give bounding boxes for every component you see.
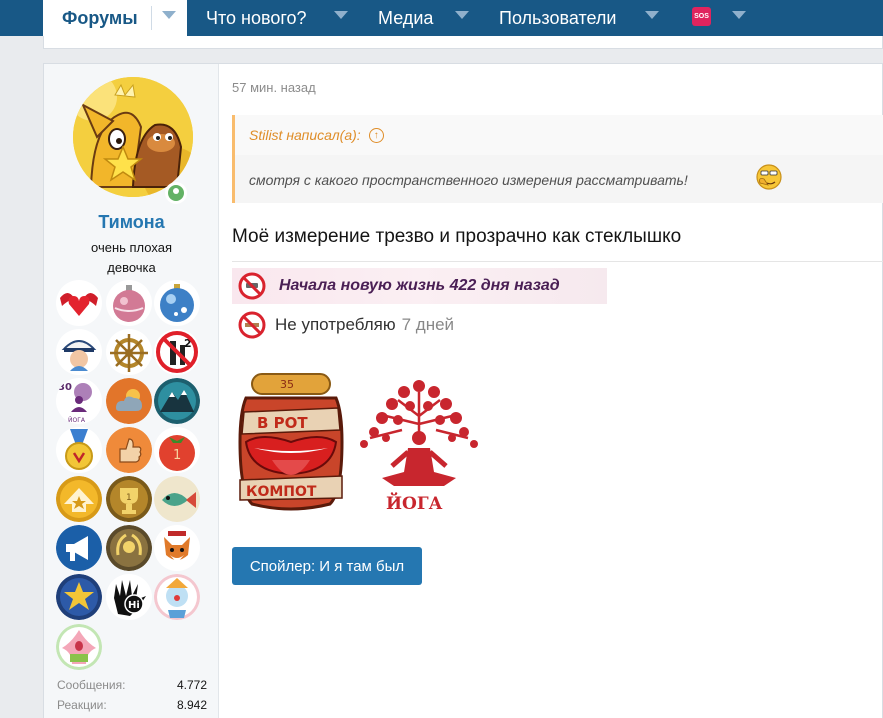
- sober-counter-label: Не употребляю: [275, 315, 396, 334]
- winged-heart-trophy-icon[interactable]: [56, 280, 102, 326]
- mountain-trophy-icon[interactable]: [154, 378, 200, 424]
- post-timestamp[interactable]: 57 мин. назад: [232, 80, 316, 95]
- yoga-30-trophy-icon[interactable]: 30 ЙОГА: [56, 378, 102, 424]
- quote-author[interactable]: Stilist написал(а):: [249, 127, 361, 143]
- no-alcohol-sign-icon: [238, 272, 266, 300]
- medal-trophy-icon[interactable]: [56, 427, 102, 473]
- jump-to-quote-icon[interactable]: ↑: [368, 127, 384, 143]
- star-up-trophy-icon[interactable]: [56, 476, 102, 522]
- previous-post-bottom: [43, 36, 883, 49]
- user-title: очень плохая девочка: [91, 240, 172, 275]
- stat-reactions: Реакции: 8.942: [57, 698, 207, 712]
- tomato-trophy-icon[interactable]: 1: [154, 427, 200, 473]
- tab-members[interactable]: Пользователи: [499, 0, 616, 36]
- online-status-indicator: [165, 182, 187, 204]
- ship-wheel-trophy-icon[interactable]: [106, 329, 152, 375]
- message-post: Тимона очень плохая девочка 2 30 ЙОГА 1 …: [43, 63, 883, 718]
- whats-new-menu-caret-icon[interactable]: [334, 11, 348, 19]
- avatar[interactable]: [73, 77, 193, 197]
- compot-lid-number: 35: [280, 378, 294, 391]
- stat-reactions-value[interactable]: 8.942: [177, 698, 207, 712]
- yoga-tree-image[interactable]: ЙОГА: [352, 372, 487, 514]
- clown-trophy-icon[interactable]: [154, 574, 200, 620]
- star-badge-trophy-icon[interactable]: [56, 574, 102, 620]
- thinking-smiley-icon: [756, 164, 782, 190]
- signature-sober-counter: Не употребляю 7 дней: [232, 307, 542, 343]
- captain-trophy-icon[interactable]: [56, 329, 102, 375]
- hi-hand-trophy-icon[interactable]: Hi: [106, 574, 152, 620]
- megaphone-trophy-icon[interactable]: [56, 525, 102, 571]
- spoiler-button[interactable]: Спойлер: И я там был: [232, 547, 422, 585]
- tab-media[interactable]: Медиа: [378, 0, 433, 36]
- message-user-panel: Тимона очень плохая девочка 2 30 ЙОГА 1 …: [44, 64, 219, 718]
- fish-trophy-icon[interactable]: [154, 476, 200, 522]
- compot-label-line2: КОМПОТ: [246, 484, 317, 500]
- sos-badge-label: SOS: [694, 13, 709, 20]
- username[interactable]: Тимона: [44, 212, 219, 233]
- signature-new-life-banner: Начала новую жизнь 422 дня назад: [232, 268, 607, 304]
- signature-new-life-text: Начала новую жизнь 422 дня назад: [279, 277, 560, 294]
- stat-messages-label: Сообщения:: [57, 678, 126, 692]
- sos-icon[interactable]: SOS: [692, 7, 711, 26]
- stat-messages-value: 4.772: [176, 678, 207, 692]
- svg-text:Hi: Hi: [128, 600, 140, 611]
- compot-jar-image[interactable]: 35 В РОТ КОМПОТ: [232, 372, 350, 514]
- tab-whats-new[interactable]: Что нового?: [206, 0, 307, 36]
- weather-trophy-icon[interactable]: [106, 378, 152, 424]
- sos-menu-caret-icon[interactable]: [732, 11, 746, 19]
- post-message-text: Моё измерение трезво и прозрачно как сте…: [232, 226, 682, 247]
- no-alcohol-trophy-icon[interactable]: 2: [154, 329, 200, 375]
- tab-whats-new-label: Что нового?: [206, 7, 307, 28]
- forums-menu-caret-icon[interactable]: [162, 11, 176, 19]
- sober-counter-days: 7 дней: [401, 315, 455, 334]
- compot-label-line1: В РОТ: [257, 414, 308, 432]
- members-menu-caret-icon[interactable]: [645, 11, 659, 19]
- tab-separator: [151, 6, 152, 30]
- blue-ornament-trophy-icon[interactable]: [154, 280, 200, 326]
- stat-reactions-label: Реакции:: [57, 698, 107, 712]
- pink-ornament-trophy-icon[interactable]: [106, 280, 152, 326]
- tab-forums-label: Форумы: [62, 7, 138, 28]
- quote-text: смотря с какого пространственного измере…: [249, 172, 688, 188]
- svg-text:1: 1: [173, 448, 181, 463]
- stat-messages: Сообщения: 4.772: [57, 678, 207, 692]
- yoga-label: ЙОГА: [386, 492, 443, 514]
- quote-header: Stilist написал(а): ↑: [235, 115, 883, 155]
- svg-text:30: 30: [58, 382, 72, 393]
- signature-divider: [232, 261, 883, 262]
- quote-block: Stilist написал(а): ↑ смотря с какого пр…: [232, 115, 883, 203]
- svg-text:ЙОГА: ЙОГА: [68, 417, 86, 424]
- tab-members-label: Пользователи: [499, 7, 617, 28]
- svg-text:1: 1: [126, 493, 132, 503]
- laurel-trophy-icon[interactable]: [106, 525, 152, 571]
- media-menu-caret-icon[interactable]: [455, 11, 469, 19]
- fox-trophy-icon[interactable]: [154, 525, 200, 571]
- patrick-trophy-icon[interactable]: [56, 624, 102, 670]
- no-smoking-sign-icon: [238, 311, 266, 339]
- thumbs-up-trophy-icon[interactable]: [106, 427, 152, 473]
- gold-cup-trophy-icon[interactable]: 1: [106, 476, 152, 522]
- tab-media-label: Медиа: [378, 7, 434, 28]
- top-navigation: Форумы Что нового? Медиа Пользователи SO…: [0, 0, 883, 36]
